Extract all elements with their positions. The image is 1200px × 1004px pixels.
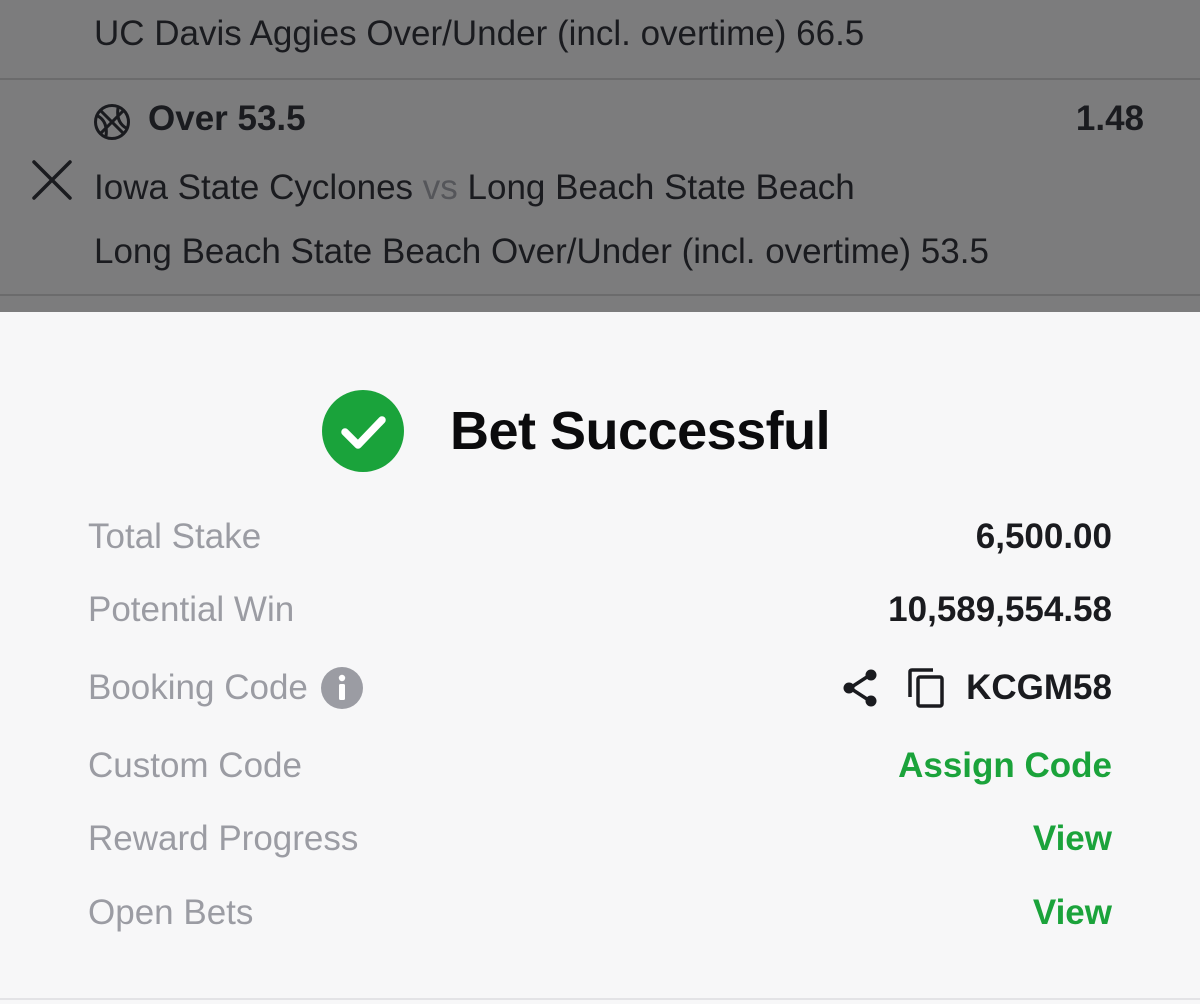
selection-divider <box>0 294 1200 296</box>
info-icon[interactable] <box>320 666 364 710</box>
booking-code-actions: KCGM58 <box>840 667 1112 709</box>
booking-code-label: Booking Code <box>88 668 308 707</box>
reward-progress-view-link[interactable]: View <box>1033 819 1112 859</box>
sheet-bottom-divider <box>0 998 1200 1000</box>
previous-selection-market: UC Davis Aggies Over/Under (incl. overti… <box>94 14 865 53</box>
booking-code-label-group: Booking Code <box>88 666 364 710</box>
reward-progress-label: Reward Progress <box>88 819 359 858</box>
home-team: Iowa State Cyclones <box>94 168 414 207</box>
custom-code-label: Custom Code <box>88 746 302 785</box>
success-header: Bet Successful <box>322 389 831 473</box>
total-stake-value: 6,500.00 <box>975 517 1112 556</box>
copy-icon[interactable] <box>906 667 946 709</box>
selection-divider <box>0 78 1200 80</box>
total-stake-label: Total Stake <box>88 517 262 556</box>
reward-progress-row: Reward Progress View <box>88 814 1112 864</box>
potential-win-row: Potential Win 10,589,554.58 <box>88 585 1112 635</box>
booking-code-row: Booking Code KCGM58 <box>88 663 1112 713</box>
open-bets-label: Open Bets <box>88 893 254 932</box>
potential-win-label: Potential Win <box>88 590 295 629</box>
success-title: Bet Successful <box>450 401 831 461</box>
share-icon[interactable] <box>840 667 882 709</box>
assign-code-link[interactable]: Assign Code <box>898 746 1112 786</box>
booking-code-value[interactable]: KCGM58 <box>966 668 1112 708</box>
selection-market: Long Beach State Beach Over/Under (incl.… <box>94 232 989 271</box>
bet-slip-backdrop: UC Davis Aggies Over/Under (incl. overti… <box>0 0 1200 312</box>
match-teams: Iowa State Cyclones vs Long Beach State … <box>94 168 855 208</box>
away-team: Long Beach State Beach <box>467 168 855 207</box>
open-bets-row: Open Bets View <box>88 888 1112 938</box>
vs-separator: vs <box>422 168 458 207</box>
close-icon[interactable] <box>30 158 74 202</box>
potential-win-value: 10,589,554.58 <box>888 590 1112 629</box>
selection-label: Over 53.5 <box>148 99 306 138</box>
bet-success-sheet: Bet Successful Total Stake 6,500.00 Pote… <box>0 312 1200 1004</box>
check-circle-icon <box>322 390 404 472</box>
total-stake-row: Total Stake 6,500.00 <box>88 512 1112 562</box>
basketball-icon <box>94 104 130 140</box>
selection-odds: 1.48 <box>1075 99 1144 138</box>
open-bets-view-link[interactable]: View <box>1033 893 1112 933</box>
custom-code-row: Custom Code Assign Code <box>88 741 1112 791</box>
